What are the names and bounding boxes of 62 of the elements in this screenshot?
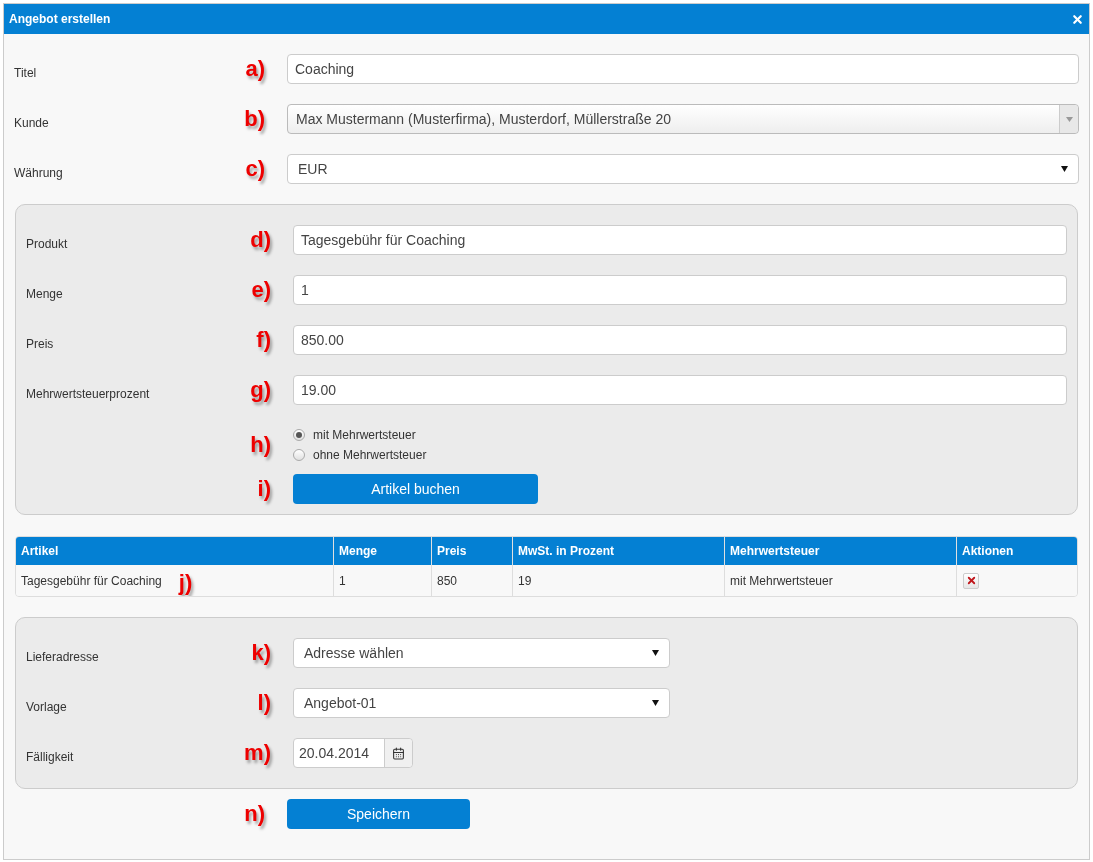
annotation-marker: e): [251, 279, 271, 301]
radio-button[interactable]: [293, 448, 305, 461]
close-button[interactable]: [1070, 12, 1084, 26]
field-value: 20.04.2014: [298, 743, 371, 763]
field-value: EUR: [298, 159, 329, 179]
close-icon: [1070, 12, 1084, 26]
text-field[interactable]: Tagesgebühr für Coaching: [293, 225, 1067, 255]
delete-button[interactable]: [963, 572, 979, 589]
annotation-marker: k): [251, 642, 271, 664]
annotation-marker: j): [178, 571, 193, 594]
field-label: Kunde: [14, 116, 49, 130]
field-value: Angebot-01: [304, 693, 378, 713]
select-field[interactable]: Adresse wählen: [293, 638, 670, 668]
annotation-marker: i): [257, 478, 271, 500]
text-field[interactable]: 850.00: [293, 325, 1067, 355]
annotation-marker: a): [245, 58, 265, 80]
column-header: Artikel: [20, 543, 60, 560]
select-field[interactable]: EUR: [287, 154, 1079, 184]
caret-icon: [1061, 166, 1068, 172]
caret-icon: [652, 650, 659, 656]
annotation-marker: c): [245, 158, 265, 180]
table-cell-text: 1: [339, 572, 346, 590]
field-label: Fälligkeit: [26, 750, 74, 764]
annotation-marker: d): [250, 229, 271, 251]
radio-button[interactable]: [293, 428, 305, 441]
field-value: Max Mustermann (Musterfirma), Musterdorf, Müllerstraße 20: [295, 109, 672, 129]
field-label: Produkt: [26, 237, 68, 251]
annotation-marker: h): [250, 433, 271, 456]
window-title: Angebot erstellen: [9, 11, 111, 28]
date-field[interactable]: 20.04.2014: [293, 738, 413, 768]
calendar-button[interactable]: [384, 739, 412, 767]
table-cell-text: mit Mehrwertsteuer: [730, 572, 833, 590]
annotation-marker: g): [250, 379, 271, 401]
annotation-marker: m): [244, 742, 271, 764]
field-value: Adresse wählen: [304, 643, 405, 663]
annotation-marker: b): [244, 108, 265, 130]
table-cell-text: Tagesgebühr für Coaching: [21, 572, 162, 590]
field-label: Preis: [26, 337, 54, 351]
annotation-marker: n): [244, 803, 265, 825]
field-label: Menge: [26, 287, 63, 301]
table-cell-text: 850: [437, 572, 458, 590]
field-label: Vorlage: [26, 700, 67, 714]
field-label: Währung: [14, 166, 63, 180]
field-label: Lieferadresse: [26, 650, 99, 664]
field-label: Titel: [14, 66, 37, 80]
radio-label: ohne Mehrwertsteuer: [313, 446, 427, 464]
calendar-icon: [392, 746, 405, 760]
radio-label: mit Mehrwertsteuer: [313, 426, 416, 444]
field-label: Mehrwertsteuerprozent: [26, 387, 150, 401]
delete-icon: [965, 575, 977, 586]
save-button[interactable]: Speichern: [287, 799, 470, 829]
table-cell-text: 19: [518, 572, 532, 590]
book-item-button[interactable]: Artikel buchen: [293, 474, 538, 504]
annotation-marker: f): [256, 329, 271, 351]
annotation-marker: l): [257, 692, 271, 714]
text-field[interactable]: 19.00: [293, 375, 1067, 405]
text-field[interactable]: 1: [293, 275, 1067, 305]
caret-icon: [652, 700, 659, 706]
select-field[interactable]: Angebot-01: [293, 688, 670, 718]
combo-field[interactable]: Max Mustermann (Musterfirma), Musterdorf, Müllerstraße 20: [287, 104, 1079, 134]
text-field[interactable]: Coaching: [287, 54, 1079, 84]
caret-icon: [1065, 116, 1073, 122]
